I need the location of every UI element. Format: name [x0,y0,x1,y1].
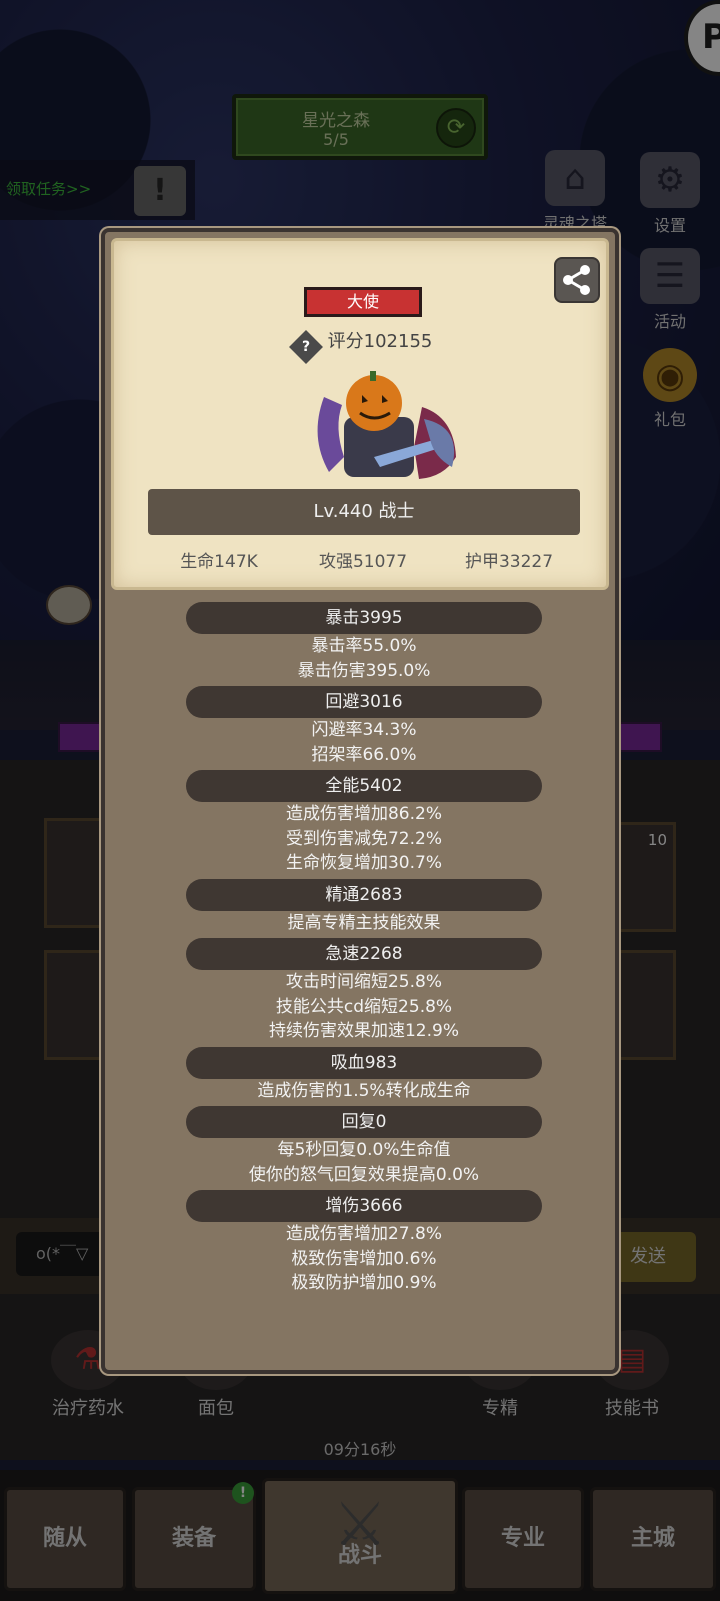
attr-line: 造成伤害的1.5%转化成生命 [257,1080,471,1101]
attr-line: 极致防护增加0.9% [291,1273,437,1293]
attr-header: 急速2268 [186,938,542,970]
attr-header: 精通2683 [186,878,542,911]
attr-line: 技能公共cd缩短25.8% [275,996,453,1017]
level-class-bar: Lv.440 战士 [148,489,580,535]
attr-line: 生命恢复增加30.7% [285,853,442,873]
attack-stat: 攻强51077 [318,552,408,572]
title-badge: 大使 [304,287,422,317]
score-row: ? 评分102155 [114,327,612,364]
attribute-list: 暴击3995 暴击率55.0% 暴击伤害395.0% 回避3016 闪避率34.… [105,602,623,1299]
character-card: 大使 ? 评分102155 Lv.440 战士 生命147K 攻强51077 护甲… [111,238,609,590]
attr-crit: 暴击3995 暴击率55.0% 暴击伤害395.0% [105,602,623,683]
attr-line: 持续伤害效果加速12.9% [268,1021,459,1041]
attr-line: 攻击时间缩短25.8% [285,972,442,992]
attr-line: 受到伤害减免72.2% [285,828,442,849]
share-icon [563,265,590,295]
attr-haste: 急速2268 攻击时间缩短25.8% 技能公共cd缩短25.8% 持续伤害效果加… [105,938,623,1044]
character-info-panel: 大使 ? 评分102155 Lv.440 战士 生命147K 攻强51077 护甲… [101,228,619,1374]
attr-damage-boost: 增伤3666 造成伤害增加27.8% 极致伤害增加0.6% 极致防护增加0.9% [105,1190,623,1296]
attr-header: 吸血983 [186,1046,542,1079]
attr-line: 极致伤害增加0.6% [291,1248,437,1269]
attr-line: 招架率66.0% [311,744,417,765]
hp-stat: 生命147K [180,552,258,572]
attr-line: 造成伤害增加27.8% [285,1224,442,1244]
attr-line: 暴击伤害395.0% [297,660,431,681]
core-stats: 生命147K 攻强51077 护甲33227 [114,547,612,572]
score-label: 评分102155 [327,331,433,352]
attr-header: 增伤3666 [186,1190,542,1222]
attr-line: 提高专精主技能效果 [287,912,441,933]
attr-line: 每5秒回复0.0%生命值 [277,1140,451,1160]
armor-stat: 护甲33227 [464,552,554,572]
attr-header: 全能5402 [186,770,542,802]
attr-versatility: 全能5402 造成伤害增加86.2% 受到伤害减免72.2% 生命恢复增加30.… [105,770,623,876]
attr-regen: 回复0 每5秒回复0.0%生命值 使你的怒气回复效果提高0.0% [105,1106,623,1187]
attr-line: 暴击率55.0% [311,636,417,656]
attr-header: 回复0 [186,1106,542,1138]
character-portrait [317,371,456,479]
attr-mastery: 精通2683 提高专精主技能效果 [105,878,623,936]
attr-line: 使你的怒气回复效果提高0.0% [248,1164,480,1185]
attr-line: 闪避率34.3% [311,720,417,740]
share-button[interactable] [554,257,600,303]
attr-header: 暴击3995 [186,602,542,634]
attr-line: 造成伤害增加86.2% [285,804,442,824]
attr-header: 回避3016 [186,686,542,718]
help-icon[interactable]: ? [288,330,323,364]
attr-lifesteal: 吸血983 造成伤害的1.5%转化成生命 [105,1046,623,1104]
attr-avoidance: 回避3016 闪避率34.3% 招架率66.0% [105,686,623,767]
